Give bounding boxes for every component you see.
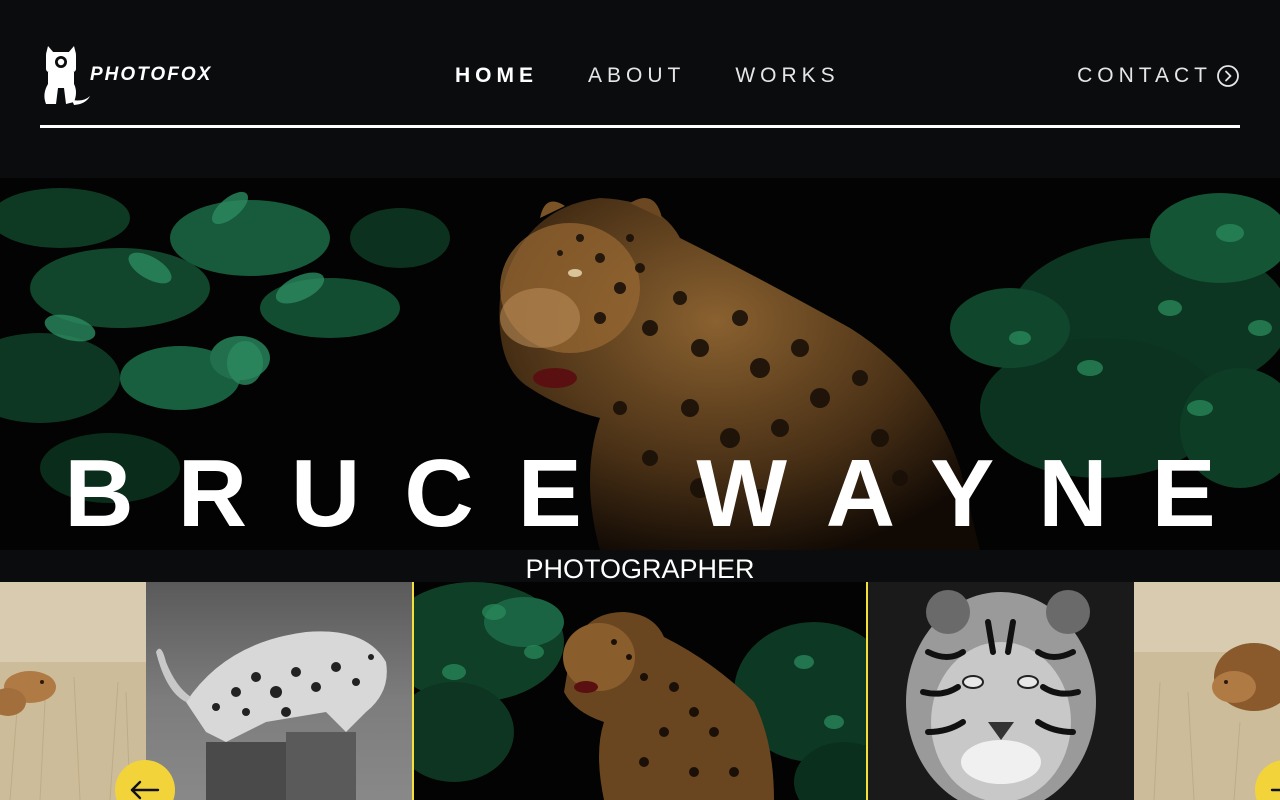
contact-label: CONTACT [1077,64,1212,87]
circle-chevron-right-icon [1217,65,1239,87]
header-divider [40,125,1240,128]
arrow-left-icon [130,780,160,800]
carousel-slide-jaguar[interactable] [412,582,868,800]
carousel-slide-tiger[interactable] [868,582,1134,800]
carousel-slide-lion[interactable] [1134,582,1280,800]
hero-banner: BRUCE WAYNE [0,178,1280,550]
jaguar-in-jungle-photo [414,582,866,800]
site-header: PHOTOFOX HOME ABOUT WORKS CONTACT [0,0,1280,178]
tiger-portrait-bw-photo [868,582,1134,800]
nav-item-about[interactable]: ABOUT [588,62,685,90]
photo-carousel [0,582,1280,800]
fox-camera-logo-icon [44,46,90,105]
hero-subtitle: PHOTOGRAPHER [525,554,755,584]
nav-item-works[interactable]: WORKS [735,62,839,90]
hero-title: BRUCE WAYNE [64,440,1260,547]
carousel-slide-leopard[interactable] [146,582,412,800]
nav-item-home[interactable]: HOME [455,62,538,90]
lion-in-grass-photo [1134,582,1280,800]
arrow-right-icon [1270,788,1280,792]
brand-logo[interactable]: PHOTOFOX [40,44,212,106]
leopard-on-stump-bw-photo [146,582,412,800]
contact-link[interactable]: CONTACT [1077,62,1240,90]
main-nav: HOME ABOUT WORKS [455,62,890,90]
page: PHOTOFOX HOME ABOUT WORKS CONTACT BRUCE … [0,0,1280,800]
brand-name: PHOTOFOX [90,64,213,85]
